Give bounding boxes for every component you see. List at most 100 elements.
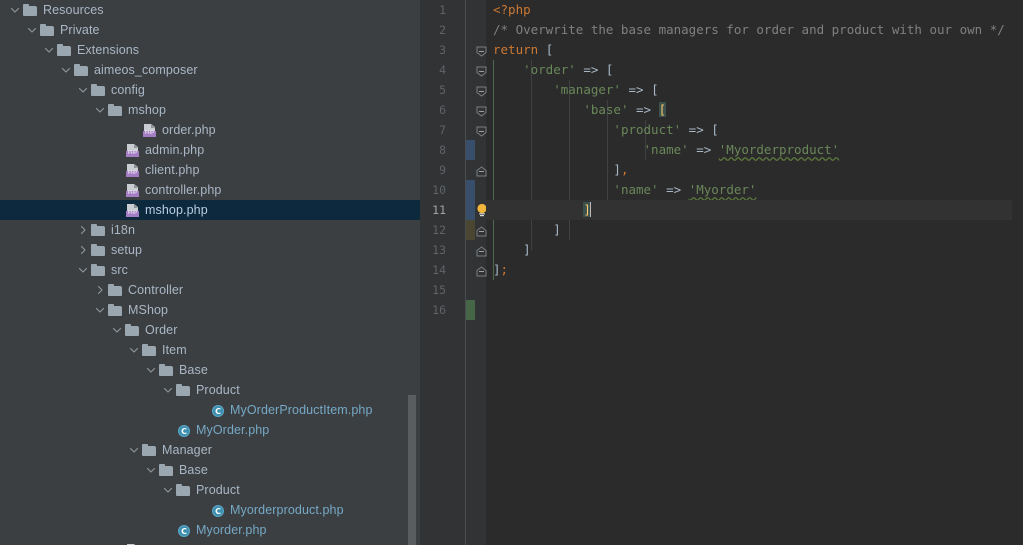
tree-row-private[interactable]: Private xyxy=(0,20,420,40)
tree-row-myorder-php[interactable]: Myorder.php xyxy=(0,520,420,540)
chevron-down-icon[interactable] xyxy=(76,260,90,280)
tree-row-admin-php[interactable]: PHP admin.php xyxy=(0,140,420,160)
chevron-down-icon[interactable] xyxy=(42,40,56,60)
gutter-line[interactable]: 9 xyxy=(420,160,487,180)
code-line[interactable]: ], xyxy=(486,160,1023,180)
change-marker[interactable] xyxy=(466,220,475,240)
change-marker[interactable] xyxy=(466,200,475,220)
gutter-line[interactable]: 16 xyxy=(420,300,486,320)
tree-row-extensions[interactable]: Extensions xyxy=(0,40,420,60)
change-marker[interactable] xyxy=(466,300,475,320)
code-line[interactable]: <?php xyxy=(486,0,1023,20)
code-line[interactable]: return [ xyxy=(486,40,1023,60)
chevron-right-icon[interactable] xyxy=(76,240,90,260)
chevron-down-icon[interactable] xyxy=(8,0,22,20)
chevron-down-icon[interactable] xyxy=(127,340,141,360)
code-line[interactable]: 'product' => [ xyxy=(486,120,1023,140)
tree-row-mshop[interactable]: MShop xyxy=(0,300,420,320)
gutter-line[interactable]: 11 xyxy=(420,200,487,220)
code-line[interactable] xyxy=(486,300,1023,320)
tree-row-label: MShop xyxy=(128,303,169,317)
chevron-right-icon[interactable] xyxy=(93,280,107,300)
tree-row-manager[interactable]: Manager xyxy=(0,440,420,460)
tree-row-product[interactable]: Product xyxy=(0,480,420,500)
chevron-down-icon[interactable] xyxy=(25,20,39,40)
code-token: => xyxy=(628,102,659,117)
gutter-line[interactable]: 3 xyxy=(420,40,487,60)
gutter-line[interactable]: 1 xyxy=(420,0,486,20)
tree-row-myorderproduct-php[interactable]: Myorderproduct.php xyxy=(0,500,420,520)
gutter-line[interactable]: 15 xyxy=(420,280,486,300)
chevron-right-icon[interactable] xyxy=(76,220,90,240)
tree-row-controller-php[interactable]: PHP controller.php xyxy=(0,180,420,200)
tree-row-controller[interactable]: Controller xyxy=(0,280,420,300)
chevron-down-icon[interactable] xyxy=(110,320,124,340)
tree-row-i18n[interactable]: i18n xyxy=(0,220,420,240)
code-line[interactable] xyxy=(486,280,1023,300)
code-line[interactable]: 'name' => 'Myorder' xyxy=(486,180,1023,200)
code-line[interactable]: ] xyxy=(486,240,1023,260)
line-number: 15 xyxy=(432,283,446,297)
tree-row-myorder-php[interactable]: MyOrder.php xyxy=(0,420,420,440)
chevron-down-icon[interactable] xyxy=(144,360,158,380)
gutter-line[interactable]: 14 xyxy=(420,260,487,280)
tree-row-base[interactable]: Base xyxy=(0,460,420,480)
chevron-down-icon[interactable] xyxy=(161,380,175,400)
change-marker[interactable] xyxy=(466,180,475,200)
gutter-line[interactable]: 13 xyxy=(420,240,487,260)
tree-row-base[interactable]: Base xyxy=(0,360,420,380)
tree-row-mshop-php[interactable]: PHP mshop.php xyxy=(0,200,420,220)
code-text-area[interactable]: <?php /* Overwrite the base managers for … xyxy=(486,0,1023,545)
code-line[interactable]: /* Overwrite the base managers for order… xyxy=(486,20,1023,40)
gutter-line[interactable]: 10 xyxy=(420,180,486,200)
tree-row-order[interactable]: Order xyxy=(0,320,420,340)
change-marker[interactable] xyxy=(466,140,475,160)
gutter-line[interactable]: 7 xyxy=(420,120,487,140)
chevron-down-icon[interactable] xyxy=(93,300,107,320)
code-line[interactable]: 'name' => 'Myorderproduct' xyxy=(486,140,1023,160)
gutter-line[interactable]: 8 xyxy=(420,140,486,160)
tree-row-setup[interactable]: setup xyxy=(0,240,420,260)
tree-row-product[interactable]: Product xyxy=(0,380,420,400)
tree-row-client-php[interactable]: PHP client.php xyxy=(0,160,420,180)
tree-row-aimeos-composer[interactable]: aimeos_composer xyxy=(0,60,420,80)
code-line[interactable]: 'order' => [ xyxy=(486,60,1023,80)
tree-row-label: Order xyxy=(145,323,178,337)
code-token: 'Myorder' xyxy=(688,182,757,197)
chevron-down-icon[interactable] xyxy=(161,480,175,500)
code-line[interactable]: ] xyxy=(486,220,1023,240)
gutter-line[interactable]: 12 xyxy=(420,220,487,240)
chevron-down-icon[interactable] xyxy=(76,80,90,100)
tree-row[interactable]: PHP xyxy=(0,540,420,545)
tree-row-label: Item xyxy=(162,343,187,357)
chevron-down-icon[interactable] xyxy=(144,460,158,480)
chevron-down-icon[interactable] xyxy=(93,100,107,120)
code-token: => xyxy=(681,122,712,137)
tree-row-config[interactable]: config xyxy=(0,80,420,100)
tree-row-mshop[interactable]: mshop xyxy=(0,100,420,120)
gutter-line[interactable]: 5 xyxy=(420,80,487,100)
gutter-line[interactable]: 4 xyxy=(420,60,487,80)
php-file-icon: PHP xyxy=(124,160,142,180)
tree-row-order-php[interactable]: PHP order.php xyxy=(0,120,420,140)
chevron-down-icon[interactable] xyxy=(127,440,141,460)
tree-vertical-scrollbar[interactable] xyxy=(408,395,416,545)
tree-row-myorderproductitem-php[interactable]: MyOrderProductItem.php xyxy=(0,400,420,420)
tree-row-src[interactable]: src xyxy=(0,260,420,280)
project-tree-panel[interactable]: Resources Private Extensions aimeos_compose… xyxy=(0,0,420,545)
editor-gutter[interactable]: 1 2 3 4 5 6 7 8 9 10 11 12 13 14 15 16 xyxy=(420,0,487,545)
code-line[interactable]: ]; xyxy=(486,260,1023,280)
gutter-line[interactable]: 2 xyxy=(420,20,486,40)
folder-icon xyxy=(90,80,108,100)
chevron-down-icon[interactable] xyxy=(59,60,73,80)
tree-row-item[interactable]: Item xyxy=(0,340,420,360)
code-line[interactable]: 'manager' => [ xyxy=(486,80,1023,100)
tree-row-resources[interactable]: Resources xyxy=(0,0,420,20)
code-editor[interactable]: 1 2 3 4 5 6 7 8 9 10 11 12 13 14 15 16 <?php/* Overwrit… xyxy=(420,0,1023,545)
php-file-icon: PHP xyxy=(141,120,159,140)
tree-row-label: MyOrderProductItem.php xyxy=(230,403,373,417)
code-line[interactable]: 'base' => [ xyxy=(486,100,1023,120)
code-line[interactable]: ] xyxy=(486,200,1023,220)
gutter-line[interactable]: 6 xyxy=(420,100,487,120)
